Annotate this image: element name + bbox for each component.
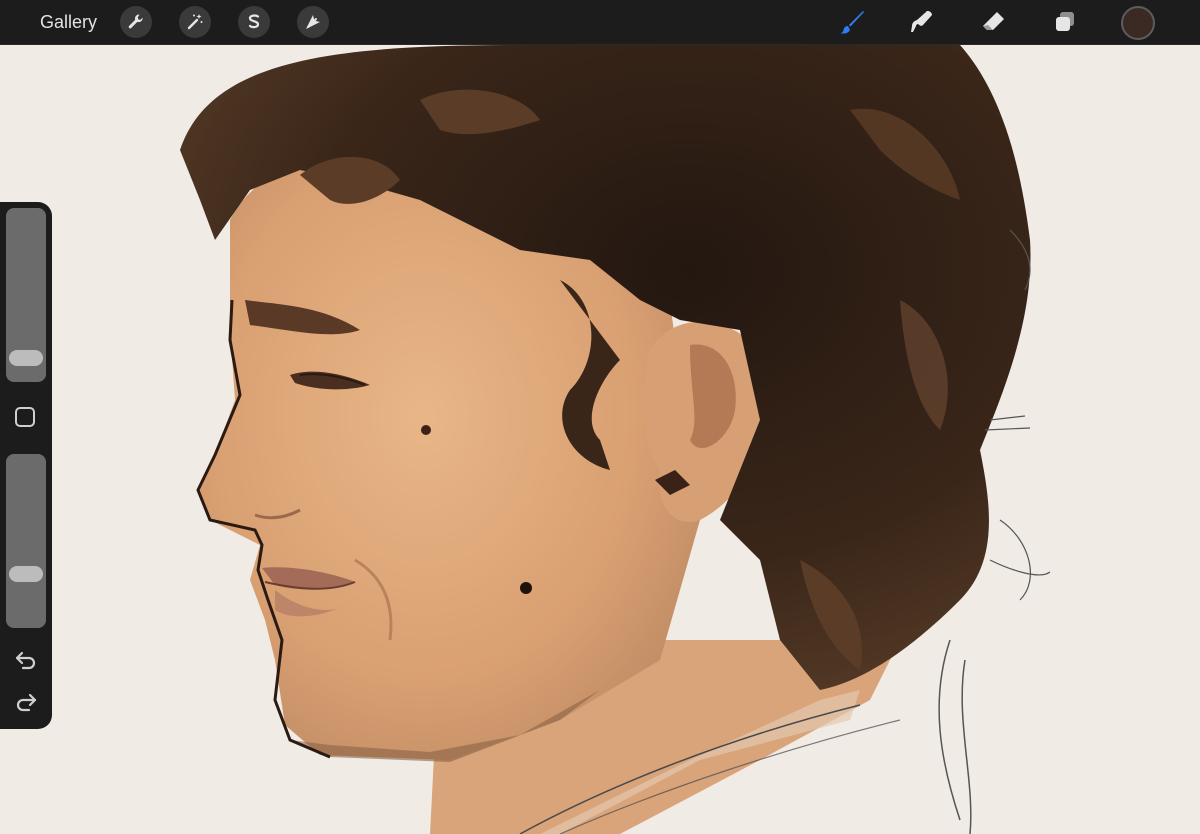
wrench-icon xyxy=(128,14,143,29)
brush-size-slider[interactable] xyxy=(6,208,46,382)
brush-opacity-slider[interactable] xyxy=(6,454,46,628)
brush-icon xyxy=(840,11,864,34)
undo-button[interactable] xyxy=(12,648,40,672)
modify-square-icon[interactable] xyxy=(15,407,35,427)
eraser-tool-button[interactable] xyxy=(978,6,1010,38)
actions-button[interactable] xyxy=(120,6,152,38)
redo-button[interactable] xyxy=(12,690,40,714)
eraser-icon xyxy=(983,12,1004,30)
smudge-finger-icon xyxy=(911,11,932,32)
smudge-tool-button[interactable] xyxy=(906,6,938,38)
redo-icon xyxy=(16,693,37,712)
adjustments-button[interactable] xyxy=(179,6,211,38)
undo-icon xyxy=(15,651,36,670)
layers-icon xyxy=(1056,12,1074,31)
gallery-button[interactable]: Gallery xyxy=(40,0,97,44)
magic-wand-icon xyxy=(187,14,203,30)
drawing-canvas[interactable] xyxy=(0,45,1200,834)
selection-s-icon xyxy=(248,14,260,29)
top-toolbar: Gallery xyxy=(0,0,1200,45)
brush-opacity-handle[interactable] xyxy=(9,566,43,582)
layers-button[interactable] xyxy=(1049,6,1081,38)
selection-button[interactable] xyxy=(238,6,270,38)
left-sidebar xyxy=(0,202,52,729)
arrow-cursor-icon xyxy=(306,15,320,29)
brush-size-handle[interactable] xyxy=(9,350,43,366)
brush-tool-button[interactable] xyxy=(836,6,868,38)
color-picker-button[interactable] xyxy=(1121,6,1155,40)
transform-button[interactable] xyxy=(297,6,329,38)
